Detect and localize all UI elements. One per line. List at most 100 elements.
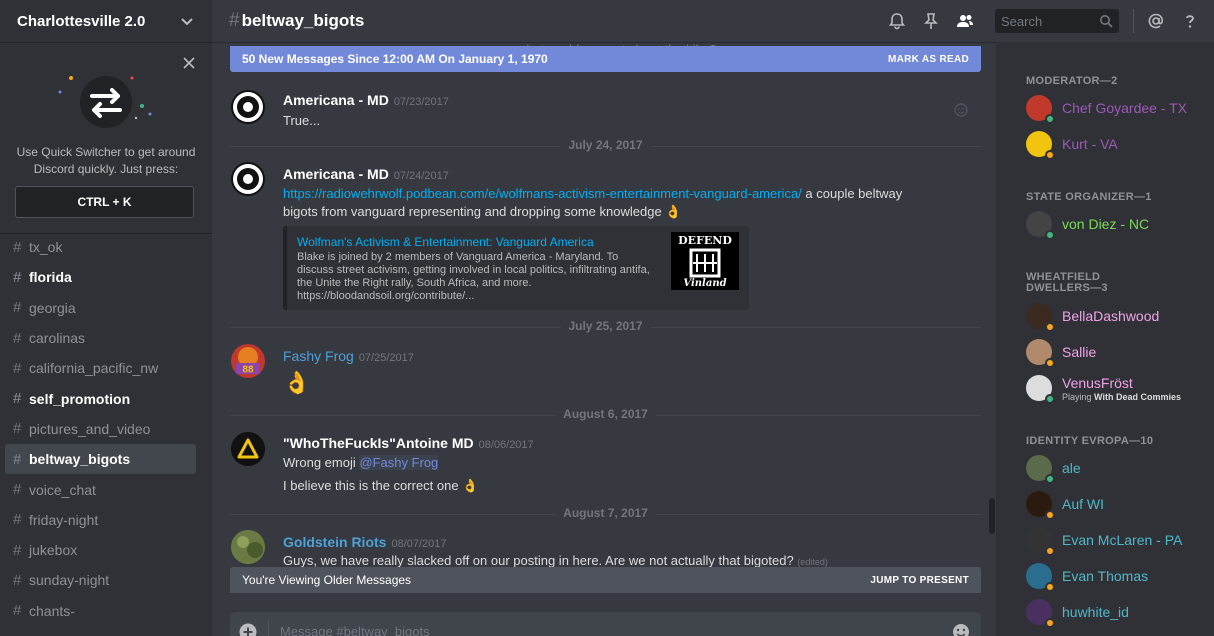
mark-as-read-button[interactable]: MARK AS READ [888, 54, 969, 65]
avatar[interactable] [1026, 303, 1055, 332]
channel-sidebar: Charlottesville 2.0 Use Quick Switcher t… [0, 0, 212, 636]
older-messages-bar[interactable]: You're Viewing Older Messages JUMP TO PR… [230, 567, 981, 593]
member-item[interactable]: ale [1026, 452, 1081, 484]
message-composer[interactable]: Message #beltway_bigots [230, 612, 981, 636]
channel-item-beltway_bigots[interactable]: # beltway_bigots [5, 444, 196, 475]
message-input[interactable]: Message #beltway_bigots [280, 624, 430, 636]
avatar[interactable] [1026, 599, 1055, 628]
member-item[interactable]: von Diez - NC [1026, 208, 1149, 240]
message-author[interactable]: "WhoTheFuckIs"Antoine MD 08/06/2017 [283, 435, 534, 451]
member-name: von Diez - NC [1062, 216, 1150, 232]
bell-icon[interactable] [887, 11, 907, 31]
members-icon[interactable] [955, 11, 975, 31]
channel-item-jukebox[interactable]: # jukebox [5, 535, 196, 565]
jump-to-present-button[interactable]: JUMP TO PRESENT [870, 575, 969, 586]
channel-hash-icon: # [229, 10, 240, 31]
status-indicator [1045, 394, 1055, 404]
avatar[interactable] [1026, 563, 1055, 592]
channel-item-georgia[interactable]: # georgia [5, 293, 196, 323]
channel-hash-icon: # [13, 359, 22, 377]
channel-item-sunday-night[interactable]: # sunday-night [5, 565, 196, 595]
user-mention[interactable]: @Fashy Frog [359, 455, 439, 470]
close-icon[interactable] [182, 56, 196, 70]
channel-hash-icon: # [13, 481, 22, 499]
help-icon[interactable] [1180, 11, 1200, 31]
avatar[interactable] [1026, 95, 1055, 124]
channel-item-florida[interactable]: # florida [5, 262, 196, 292]
message-content: Wrong emoji @Fashy Frog [283, 455, 439, 470]
member-item[interactable]: Kurt - VA [1026, 128, 1118, 160]
server-header[interactable]: Charlottesville 2.0 [0, 0, 212, 42]
member-item[interactable]: Chef Goyardee - TX [1026, 92, 1187, 124]
message: 88 Fashy Frog 07/25/2017 👌 [230, 344, 981, 402]
avatar[interactable] [1026, 339, 1055, 368]
member-role-header: STATE ORGANIZER—1 [1026, 191, 1152, 203]
member-item[interactable]: Evan McLaren - PA [1026, 524, 1182, 556]
at-icon[interactable] [1146, 11, 1166, 31]
channel-item-tx_ok[interactable]: # tx_ok [5, 232, 196, 262]
message-author[interactable]: Americana - MD 07/24/2017 [283, 166, 449, 182]
avatar[interactable] [1026, 527, 1055, 556]
avatar[interactable] [1026, 491, 1055, 520]
channel-item-chants-[interactable]: # chants- [5, 596, 196, 626]
channel-hash-icon: # [13, 541, 22, 559]
avatar[interactable] [231, 432, 265, 466]
avatar[interactable] [1026, 211, 1055, 240]
channel-label: california_pacific_nw [29, 360, 159, 377]
member-item[interactable]: Evan Thomas [1026, 560, 1148, 592]
member-item[interactable]: huwhite_id [1026, 596, 1129, 628]
message-content: I believe this is the correct one 👌 [283, 478, 479, 493]
channel-item-california_pacific_nw[interactable]: # california_pacific_nw [5, 353, 196, 383]
member-name: Auf WI [1062, 496, 1105, 512]
embed-title[interactable]: Wolfman's Activism & Entertainment: Vang… [297, 235, 594, 249]
channel-hash-icon: # [13, 602, 22, 620]
avatar[interactable]: 88 [231, 344, 265, 378]
scrollbar-thumb[interactable] [989, 498, 995, 534]
channel-item-voice_chat[interactable]: # voice_chat [5, 474, 196, 504]
upload-plus-icon[interactable] [238, 622, 258, 636]
member-item[interactable]: Sallie [1026, 336, 1096, 368]
date-divider: August 6, 2017 [230, 407, 981, 421]
add-reaction-icon[interactable] [953, 102, 969, 118]
avatar[interactable] [231, 162, 265, 196]
avatar[interactable] [1026, 375, 1055, 404]
member-name: Kurt - VA [1062, 136, 1118, 152]
embed-description: Blake is joined by 2 members of Vanguard… [297, 251, 650, 302]
embed-thumbnail[interactable]: DEFEND Vinland [671, 232, 739, 290]
message-emoji: 👌 [283, 370, 311, 395]
avatar[interactable] [1026, 455, 1055, 484]
channel-label: florida [29, 269, 72, 286]
date-divider: July 25, 2017 [230, 319, 981, 333]
message-timestamp: 07/25/2017 [358, 352, 414, 364]
message-author[interactable]: Americana - MD 07/23/2017 [283, 92, 449, 108]
new-messages-text: 50 New Messages Since 12:00 AM On Januar… [242, 52, 548, 66]
new-messages-bar[interactable]: 50 New Messages Since 12:00 AM On Januar… [230, 46, 981, 72]
avatar[interactable] [231, 90, 265, 124]
search-input[interactable]: Search [995, 9, 1119, 33]
pin-icon[interactable] [921, 11, 941, 31]
channel-item-pictures_and_video[interactable]: # pictures_and_video [5, 414, 196, 444]
channel-item-self_promotion[interactable]: # self_promotion [5, 383, 196, 413]
svg-text:88: 88 [242, 365, 254, 376]
member-item[interactable]: Auf WI [1026, 488, 1104, 520]
message-timestamp: 08/06/2017 [478, 439, 534, 451]
channel-hash-icon: # [13, 329, 22, 347]
member-item[interactable]: VenusFröst Playing With Dead Commies [1026, 372, 1181, 404]
avatar[interactable] [231, 530, 265, 564]
edited-label: (edited) [797, 557, 828, 567]
channel-hash-icon: # [13, 299, 22, 317]
emoji-picker-icon[interactable] [951, 622, 971, 636]
channel-hash-icon: # [13, 450, 22, 468]
message-author[interactable]: Goldstein Riots 08/07/2017 [283, 534, 447, 550]
channel-item-carolinas[interactable]: # carolinas [5, 323, 196, 353]
message-link[interactable]: https://radiowehrwolf.podbean.com/e/wolf… [283, 186, 802, 201]
composer-divider [268, 620, 269, 636]
channel-label: pictures_and_video [29, 420, 151, 437]
message-author[interactable]: Fashy Frog 07/25/2017 [283, 348, 414, 364]
chevron-down-icon[interactable] [178, 12, 196, 30]
member-name: Chef Goyardee - TX [1062, 100, 1188, 116]
member-item[interactable]: BellaDashwood [1026, 300, 1159, 332]
channel-item-friday-night[interactable]: # friday-night [5, 505, 196, 535]
status-indicator [1045, 510, 1055, 520]
avatar[interactable] [1026, 131, 1055, 160]
